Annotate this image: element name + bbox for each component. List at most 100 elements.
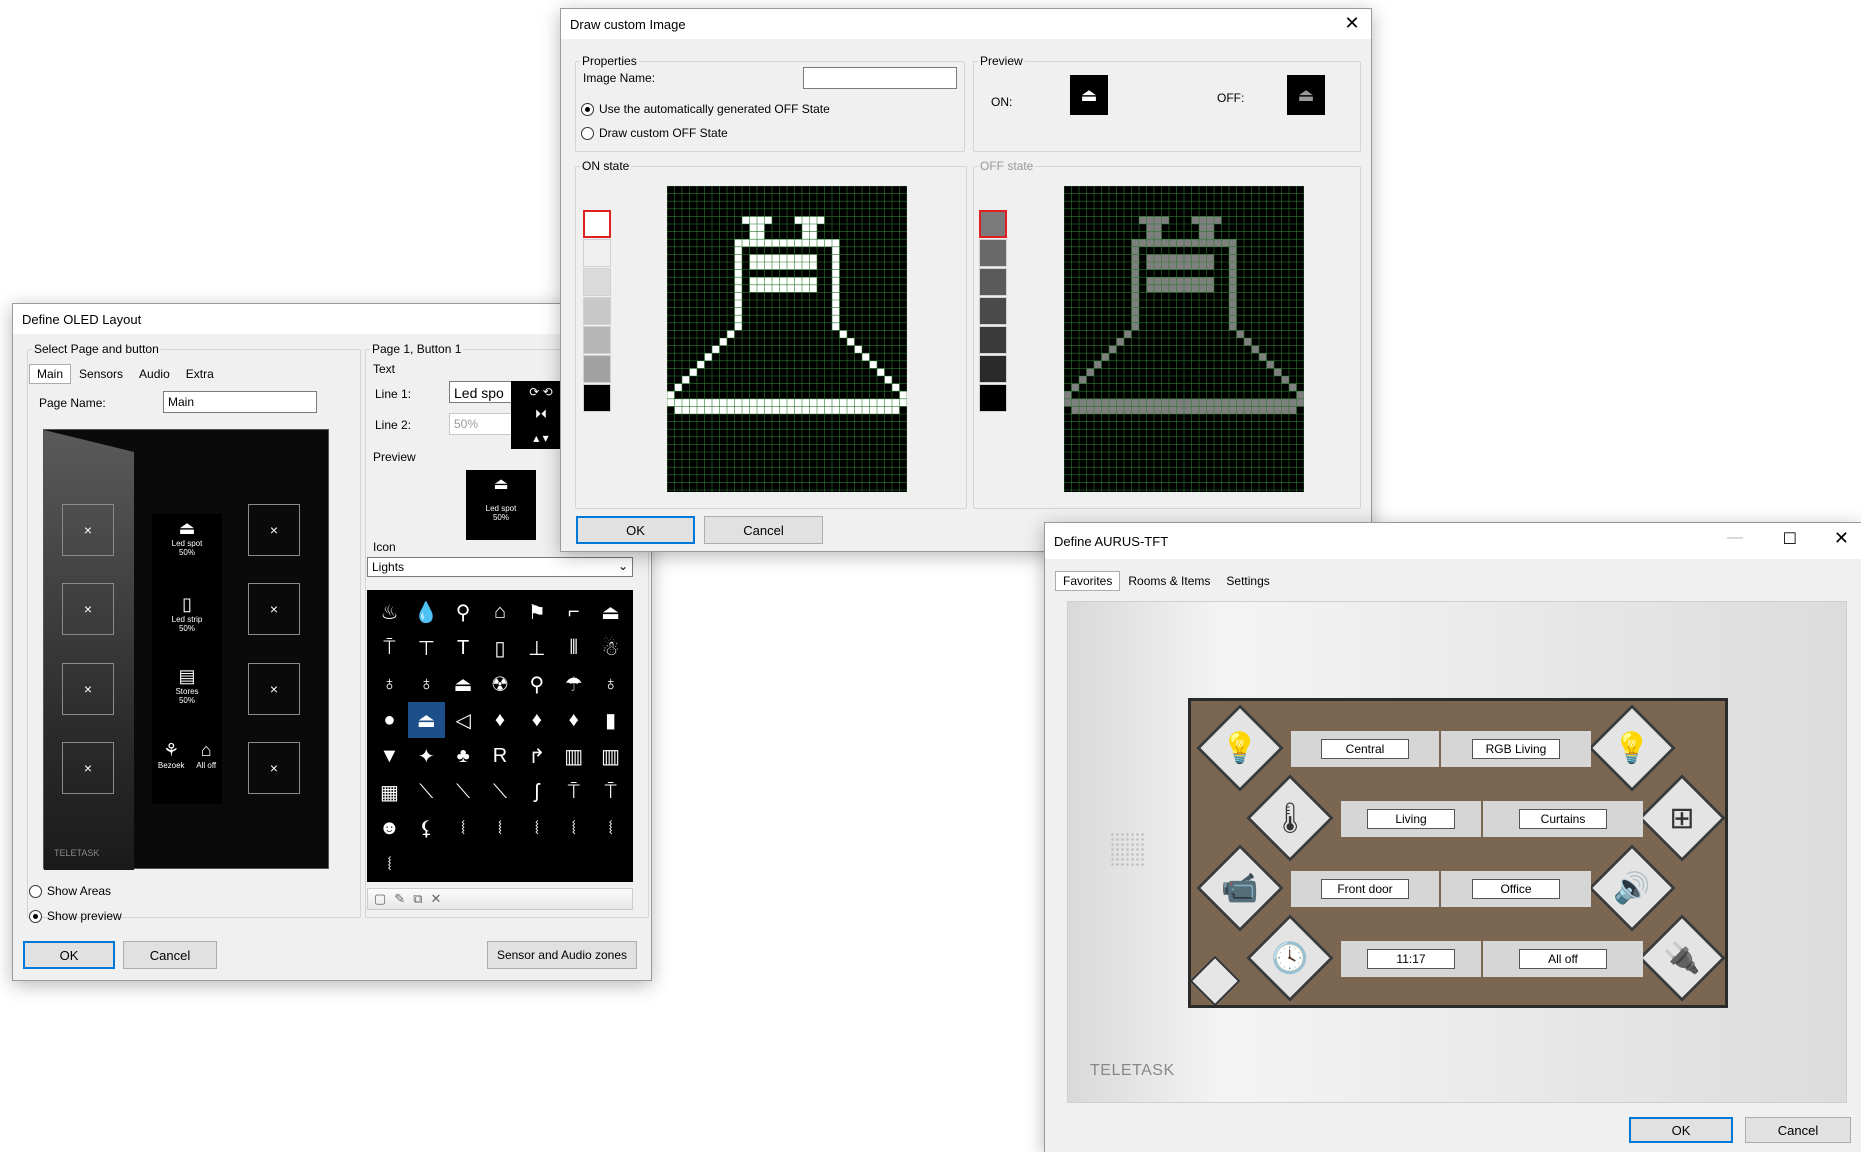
light-icon[interactable]: ⧙ xyxy=(371,846,408,882)
icon-category-select[interactable]: Lights ⌄ xyxy=(367,557,633,577)
light-icon[interactable]: ⟍ xyxy=(408,774,445,810)
lamp-icon[interactable]: ⊤ xyxy=(408,630,445,666)
light-icon[interactable]: ✦ xyxy=(408,738,445,774)
curtains-icon[interactable]: ⊞ xyxy=(1651,787,1713,849)
line2-input[interactable]: 50% xyxy=(449,413,519,435)
pill-living[interactable]: Living xyxy=(1341,801,1481,837)
left-cell-2[interactable]: × xyxy=(62,583,114,635)
copy-icon[interactable]: ⧉ xyxy=(413,891,422,907)
pill-all-off[interactable]: All off xyxy=(1483,941,1643,977)
tab-sensors[interactable]: Sensors xyxy=(71,364,131,384)
off-swatch-5[interactable] xyxy=(979,326,1007,354)
page-name-input[interactable]: Main xyxy=(163,391,317,413)
on-swatch-2[interactable] xyxy=(583,239,611,267)
right-cell-4[interactable]: × xyxy=(248,742,300,794)
right-cell-2[interactable]: × xyxy=(248,583,300,635)
light-icon[interactable]: ⧙ xyxy=(445,810,482,846)
right-cell-3[interactable]: × xyxy=(248,663,300,715)
tft-cancel-button[interactable]: Cancel xyxy=(1745,1117,1851,1143)
tab-main[interactable]: Main xyxy=(29,364,72,384)
camera-icon[interactable]: 📹 xyxy=(1209,857,1271,919)
custom-off-radio[interactable]: Draw custom OFF State xyxy=(581,126,728,140)
light-icon[interactable]: ⟍ xyxy=(482,774,519,810)
plug-icon[interactable]: 🔌 xyxy=(1651,927,1713,989)
tab-rooms-items[interactable]: Rooms & Items xyxy=(1120,571,1218,591)
lamp-icon[interactable]: ⌂ xyxy=(482,594,519,630)
off-swatch-7[interactable] xyxy=(979,384,1007,412)
light-icon[interactable]: ♦ xyxy=(555,702,592,738)
light-icon[interactable]: ↱ xyxy=(518,738,555,774)
clock-icon[interactable]: 🕓 xyxy=(1259,927,1321,989)
light-icon[interactable]: ⧙ xyxy=(592,810,629,846)
panel-item-bezoek[interactable]: ⚘ Bezoek xyxy=(158,740,185,770)
image-name-input[interactable] xyxy=(803,67,957,89)
light-icon[interactable]: ⧙ xyxy=(518,810,555,846)
on-swatch-6[interactable] xyxy=(583,355,611,383)
strip-icon[interactable]: ▯ xyxy=(482,630,519,666)
light-icon[interactable]: ▦ xyxy=(371,774,408,810)
line1-input[interactable]: Led spo xyxy=(449,381,519,403)
on-swatch-7[interactable] xyxy=(583,384,611,412)
lamp-icon[interactable]: ⚸ xyxy=(408,810,445,846)
pill-curtains[interactable]: Curtains xyxy=(1483,801,1643,837)
lamp-icon[interactable]: ⏏ xyxy=(445,666,482,702)
off-swatch-2[interactable] xyxy=(979,239,1007,267)
lamp-icon[interactable]: ⍑ xyxy=(371,630,408,666)
panel-item-led-strip[interactable]: ▯ Led strip 50% xyxy=(152,594,222,633)
bulb-icon[interactable]: 💡 xyxy=(1209,717,1271,779)
pill-office[interactable]: Office xyxy=(1441,871,1591,907)
bulb-icon[interactable]: ☢ xyxy=(482,666,519,702)
on-swatch-4[interactable] xyxy=(583,297,611,325)
pill-rgb-living[interactable]: RGB Living xyxy=(1441,731,1591,767)
draw-cancel-button[interactable]: Cancel xyxy=(704,516,823,544)
light-icon[interactable]: ⏏ xyxy=(592,594,629,630)
tab-favorites[interactable]: Favorites xyxy=(1055,571,1121,591)
light-icon[interactable]: ⧙ xyxy=(482,810,519,846)
on-swatch-3[interactable] xyxy=(583,268,611,296)
maximize-icon[interactable]: ☐ xyxy=(1783,529,1797,549)
chandelier-icon[interactable]: ⚲ xyxy=(445,594,482,630)
off-swatch-3[interactable] xyxy=(979,268,1007,296)
off-swatch-1[interactable] xyxy=(979,210,1007,238)
light-icon[interactable]: ⊥ xyxy=(518,630,555,666)
on-swatch-5[interactable] xyxy=(583,326,611,354)
lamp-icon[interactable]: ⍑ xyxy=(555,774,592,810)
show-preview-radio[interactable]: Show preview xyxy=(29,909,122,923)
rgb-icon[interactable]: R xyxy=(482,738,519,774)
on-swatch-1[interactable] xyxy=(583,210,611,238)
speaker-icon[interactable]: 🔊 xyxy=(1601,857,1663,919)
light-icon[interactable]: ⫴ xyxy=(555,630,592,666)
left-cell-1[interactable]: × xyxy=(62,504,114,556)
light-icon[interactable]: ▮ xyxy=(592,702,629,738)
panel-item-stores[interactable]: ▤ Stores 50% xyxy=(152,666,222,705)
pill-front-door[interactable]: Front door xyxy=(1291,871,1439,907)
light-icon[interactable]: ◁ xyxy=(445,702,482,738)
light-icon[interactable]: ♨ xyxy=(371,594,408,630)
close-icon[interactable]: ✕ xyxy=(1834,528,1849,549)
light-icon[interactable]: ☻ xyxy=(371,810,408,846)
bulb-icon[interactable]: ♁ xyxy=(592,666,629,702)
light-icon[interactable]: ♦ xyxy=(518,702,555,738)
light-icon[interactable]: ♣ xyxy=(445,738,482,774)
bulb-icon[interactable]: ● xyxy=(371,702,408,738)
off-swatch-4[interactable] xyxy=(979,297,1007,325)
tab-extra[interactable]: Extra xyxy=(178,364,222,384)
edit-icon[interactable]: ✎ xyxy=(394,891,405,907)
panel-item-all-off[interactable]: ⌂ All off xyxy=(196,740,216,770)
pill-clock[interactable]: 11:17 xyxy=(1341,941,1481,977)
close-icon[interactable]: ✕ xyxy=(1343,14,1361,32)
lamp-icon[interactable]: ⚲ xyxy=(518,666,555,702)
minimize-icon[interactable]: — xyxy=(1727,529,1743,547)
sensor-audio-zones-button[interactable]: Sensor and Audio zones xyxy=(487,941,637,969)
auto-off-radio[interactable]: Use the automatically generated OFF Stat… xyxy=(581,102,830,116)
off-state-canvas[interactable] xyxy=(1064,186,1304,492)
oled-ok-button[interactable]: OK xyxy=(23,941,115,969)
spot-icon[interactable]: ⏏ xyxy=(407,702,445,738)
tab-settings[interactable]: Settings xyxy=(1218,571,1277,591)
on-state-canvas[interactable] xyxy=(667,186,907,492)
light-icon[interactable]: ▼ xyxy=(371,738,408,774)
light-icon[interactable]: ☃ xyxy=(592,630,629,666)
bulb-icon[interactable]: 💡 xyxy=(1601,717,1663,779)
new-icon[interactable]: ▢ xyxy=(374,891,386,907)
tab-audio[interactable]: Audio xyxy=(131,364,178,384)
